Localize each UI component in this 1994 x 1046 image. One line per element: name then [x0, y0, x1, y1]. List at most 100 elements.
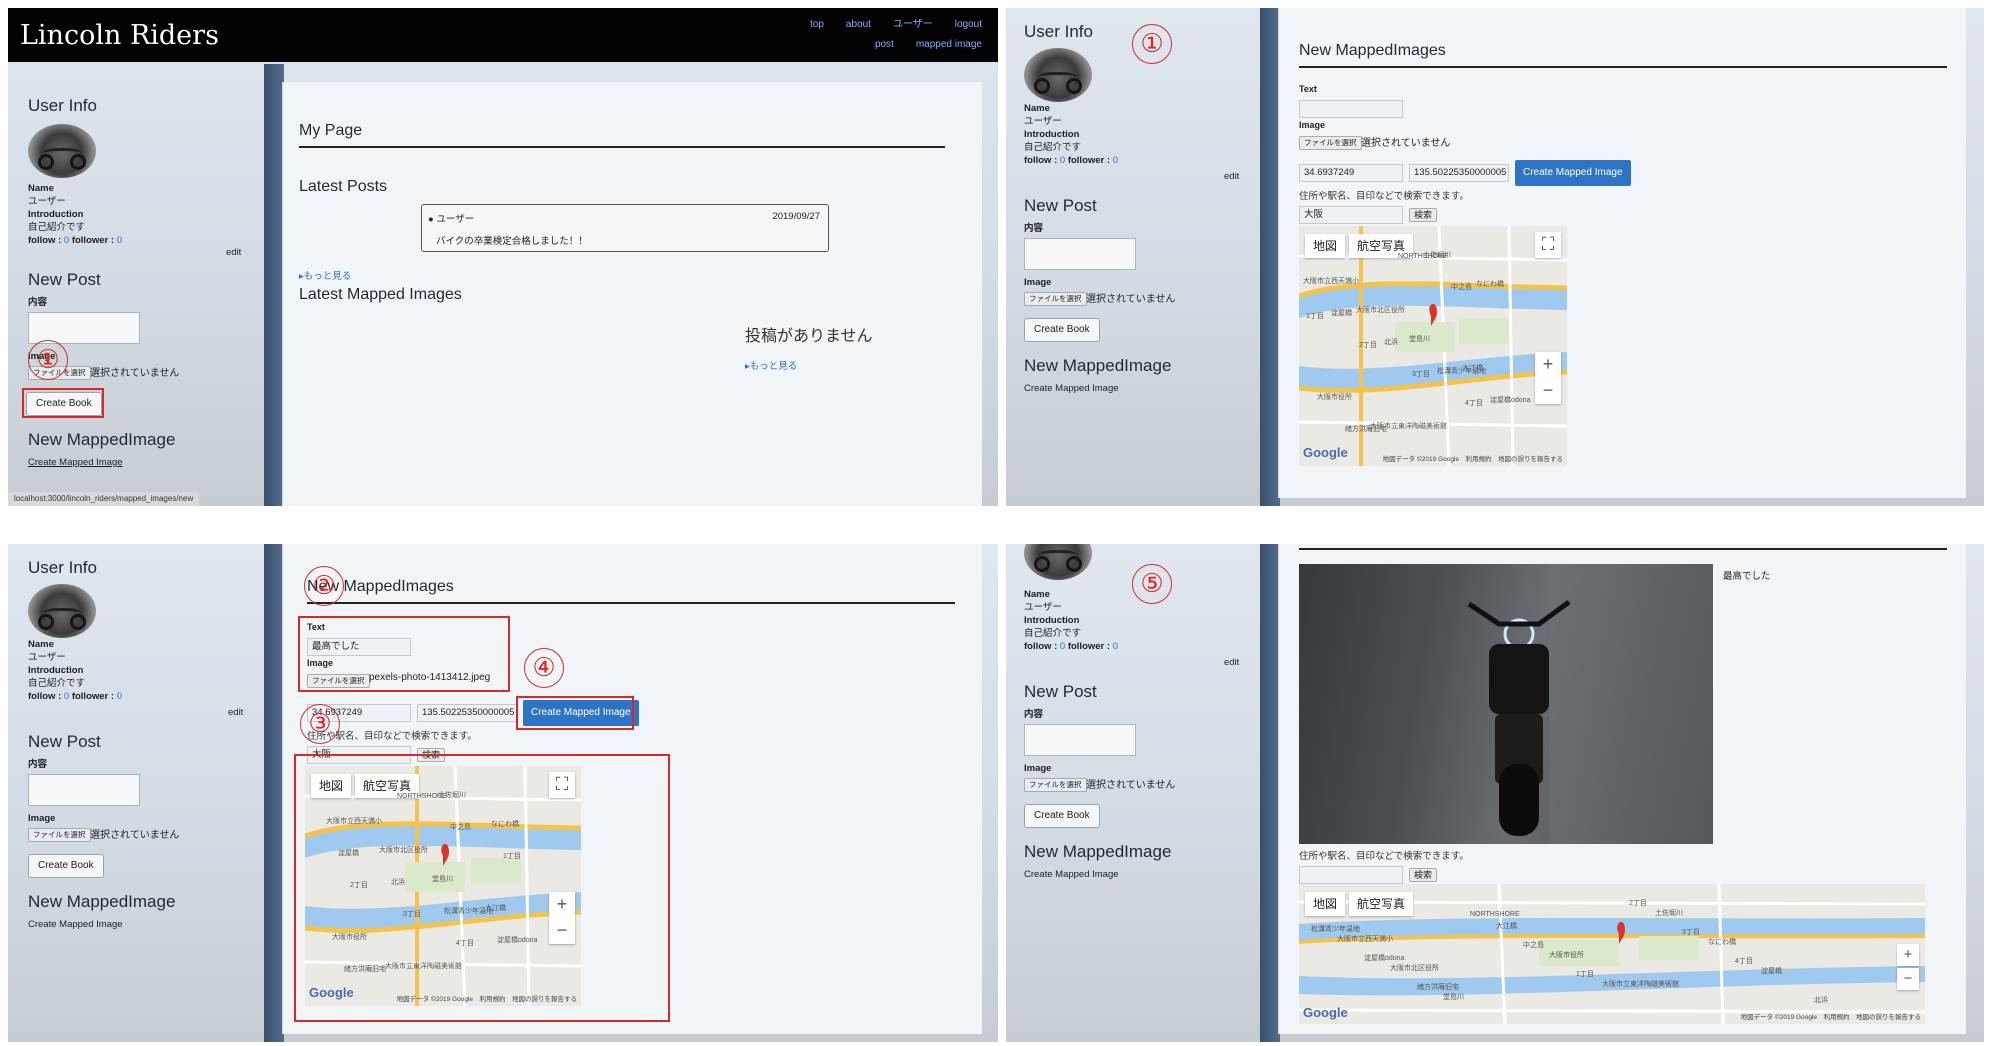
left-border-strip — [264, 64, 284, 506]
name-value: ユーザー — [1024, 116, 1062, 127]
user-details: Name ユーザー Introduction 自己紹介です follow : 0… — [1024, 588, 1118, 653]
file-select-button[interactable]: ファイルを選択 — [1024, 292, 1087, 306]
post-card[interactable]: ● ユーザー 2019/09/27 バイクの卒業検定合格しました！！ — [421, 204, 829, 252]
google-map[interactable]: 地図 航空写真 ⛶ + − Google 地図データ ©2019 Google … — [1299, 226, 1567, 466]
latest-posts-heading: Latest Posts — [299, 178, 388, 195]
status-bar-url: localhost:3000/lincoln_riders/mapped_ima… — [8, 492, 200, 506]
map-label: 大阪市立西天満小 — [1337, 936, 1393, 943]
follow-count[interactable]: 0 — [64, 235, 69, 246]
map-label: 中之島 — [1451, 284, 1472, 291]
post-text: バイクの卒業検定合格しました！！ — [436, 236, 588, 247]
follow-count[interactable]: 0 — [1060, 155, 1065, 166]
file-select-button[interactable]: ファイルを選択 — [28, 828, 91, 842]
longitude-input[interactable]: 135.50225350000005 — [417, 704, 517, 722]
title-rule — [1299, 66, 1947, 68]
nav-post[interactable]: post — [875, 39, 894, 50]
sidebar: Name ユーザー Introduction 自己紹介です follow : 0… — [1006, 544, 1260, 1042]
search-hint: 住所や駅名、目印などで検索できます。 — [1299, 851, 1469, 862]
name-value: ユーザー — [28, 652, 66, 663]
new-mapped-heading: New MappedImage — [1024, 842, 1172, 861]
sidebar: User Info Name ユーザー Introduction 自己紹介です … — [8, 8, 262, 506]
more-mapped-link[interactable]: ▸もっと見る — [745, 358, 797, 372]
follower-count[interactable]: 0 — [117, 235, 122, 246]
create-book-button[interactable]: Create Book — [28, 854, 104, 878]
latitude-input[interactable]: 34.6937249 — [1299, 164, 1403, 182]
search-input[interactable]: 大阪 — [1299, 206, 1403, 224]
nav-about[interactable]: about — [846, 19, 871, 30]
map-label: 淀屋橋odona — [1490, 397, 1531, 404]
post-content-textarea[interactable] — [1024, 238, 1136, 270]
create-mapped-image-link[interactable]: Create Mapped Image — [28, 456, 123, 469]
annotation-1: ① — [28, 340, 68, 380]
zoom-out-button[interactable]: − — [1535, 378, 1561, 404]
map-tab-map[interactable]: 地図 — [1305, 234, 1346, 258]
file-status: 選択されていません — [1086, 780, 1176, 791]
map-tab-map[interactable]: 地図 — [1305, 892, 1346, 916]
post-user: ● ユーザー — [428, 214, 475, 225]
annotation-3: ③ — [300, 704, 340, 744]
post-content-textarea[interactable] — [1024, 724, 1136, 756]
create-book-button[interactable]: Create Book — [1024, 804, 1100, 828]
panel-mapped-image-detail: Name ユーザー Introduction 自己紹介です follow : 0… — [1006, 544, 1984, 1042]
post-content-textarea[interactable] — [28, 774, 140, 806]
nav-user[interactable]: ユーザー — [893, 19, 933, 30]
name-label: Name — [28, 183, 54, 194]
file-select-button[interactable]: ファイルを選択 — [1299, 136, 1362, 150]
edit-link[interactable]: edit — [226, 246, 241, 259]
search-button[interactable]: 検索 — [1409, 208, 1438, 222]
follower-label: follower : — [1067, 155, 1111, 166]
follower-count[interactable]: 0 — [1113, 155, 1118, 166]
mapped-image-caption: 最高でした — [1723, 571, 1771, 582]
map-tab-satellite[interactable]: 航空写真 — [1349, 892, 1414, 916]
annotation-4: ④ — [524, 648, 564, 688]
map-label: 1丁目 — [1576, 971, 1594, 978]
panel-my-page: Lincoln Riders top about ユーザー logout post ma… — [8, 8, 998, 506]
search-button[interactable]: 検索 — [1409, 868, 1438, 882]
edit-link[interactable]: edit — [228, 706, 243, 719]
follow-count[interactable]: 0 — [64, 691, 69, 702]
image-label: Image — [1299, 120, 1326, 130]
image-label: Image — [1024, 277, 1052, 288]
map-label: 堂島川 — [1409, 336, 1430, 343]
text-input[interactable] — [1299, 100, 1403, 118]
follower-count[interactable]: 0 — [1113, 641, 1118, 652]
fullscreen-icon[interactable]: ⛶ — [1535, 232, 1561, 258]
zoom-out-button[interactable]: − — [1897, 968, 1919, 990]
create-mapped-image-link[interactable]: Create Mapped Image — [1024, 868, 1119, 881]
map-label: 1丁目 — [1306, 313, 1324, 320]
zoom-in-button[interactable]: + — [1535, 352, 1561, 378]
annotation-5: ⑤ — [1132, 564, 1172, 604]
map-label: 3丁目 — [1682, 929, 1700, 936]
more-posts-link[interactable]: ▸もっと見る — [299, 268, 351, 282]
google-map[interactable]: 地図 航空写真 + − Google 地図データ ©2019 Google 利用… — [1299, 884, 1925, 1024]
map-footer[interactable]: 地図データ ©2019 Google 利用規約 地図の誤りを報告する — [1741, 1011, 1921, 1021]
map-label: 2丁目 — [1359, 342, 1377, 349]
create-mapped-image-link[interactable]: Create Mapped Image — [28, 918, 123, 931]
nav-mapped-image[interactable]: mapped image — [916, 39, 982, 50]
create-mapped-image-button[interactable]: Create Mapped Image — [1515, 160, 1631, 186]
highlight-map — [294, 754, 670, 1022]
map-label: 堂島川 — [1443, 994, 1464, 1001]
nav-logout[interactable]: logout — [955, 19, 982, 30]
zoom-in-button[interactable]: + — [1897, 944, 1919, 966]
file-select-button[interactable]: ファイルを選択 — [1024, 778, 1087, 792]
my-page-content: My Page Latest Posts ● ユーザー 2019/09/27 バ… — [282, 82, 982, 506]
follow-label: follow : — [28, 235, 62, 246]
create-book-button[interactable]: Create Book — [1024, 318, 1100, 342]
map-label: 緒方洪庵旧宅 — [1417, 984, 1459, 991]
follow-label: follow : — [1024, 155, 1058, 166]
follow-count[interactable]: 0 — [1060, 641, 1065, 652]
create-mapped-image-link[interactable]: Create Mapped Image — [1024, 382, 1119, 395]
search-input[interactable] — [1299, 866, 1403, 884]
motorcycle-illustration — [1299, 564, 1713, 844]
follower-count[interactable]: 0 — [117, 691, 122, 702]
left-border-strip — [1260, 8, 1280, 506]
edit-link[interactable]: edit — [1224, 656, 1239, 669]
map-label: 北浜 — [1814, 997, 1828, 1004]
longitude-input[interactable]: 135.50225350000005 — [1409, 164, 1509, 182]
edit-link[interactable]: edit — [1224, 170, 1239, 183]
no-posts-text: 投稿がありません — [745, 328, 873, 345]
nav-top[interactable]: top — [810, 19, 824, 30]
intro-label: Introduction — [1024, 129, 1080, 140]
map-footer[interactable]: 地図データ ©2019 Google 利用規約 地図の誤りを報告する — [1383, 453, 1563, 463]
